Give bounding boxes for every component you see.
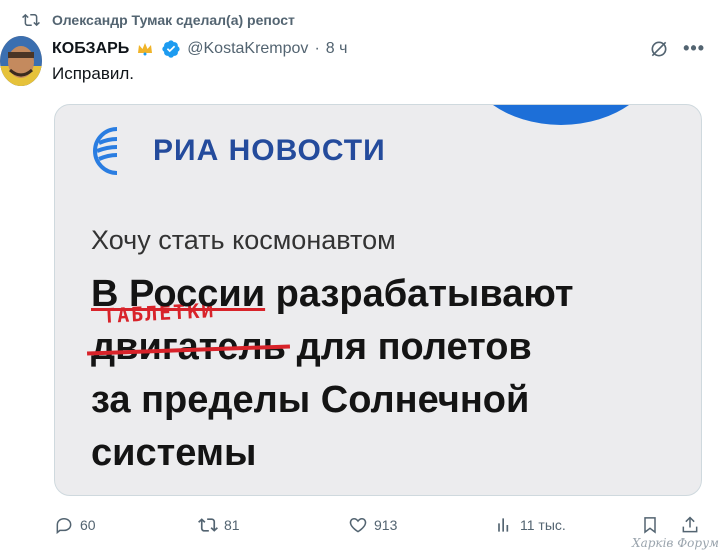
bookmark-icon: [644, 517, 656, 534]
article-kicker: Хочу стать космонавтом: [91, 225, 396, 255]
like-count: 913: [374, 517, 398, 533]
author-handle[interactable]: @KostaKrempov: [187, 40, 308, 58]
ria-globe-icon: [93, 127, 145, 179]
heart-icon: [349, 517, 367, 533]
views-button[interactable]: 11 тыс.: [494, 515, 566, 535]
like-button[interactable]: 913: [348, 515, 397, 535]
headline-part-underlined: В России: [91, 273, 266, 315]
headline-part: системы: [91, 432, 257, 474]
headline-part: для полетов: [286, 326, 532, 368]
views-chart-icon: [498, 518, 509, 532]
repost-action-icon: [198, 518, 218, 532]
crown-icon: [135, 39, 155, 59]
repost-header[interactable]: Олександр Тумак сделал(а) репост: [22, 10, 295, 30]
more-options-icon[interactable]: •••: [683, 38, 705, 59]
ria-logo: РИА НОВОСТИ: [89, 123, 386, 179]
views-count: 11 тыс.: [520, 517, 566, 533]
headline-part: разрабатывают: [265, 273, 574, 315]
watermark-text: Харків Форум: [632, 536, 719, 550]
repost-count: 81: [224, 517, 240, 533]
timestamp[interactable]: 8 ч: [326, 40, 348, 58]
tweet-text: Исправил.: [52, 64, 135, 83]
avatar[interactable]: [0, 36, 42, 86]
reply-button[interactable]: 60: [54, 515, 96, 535]
reply-count: 60: [80, 517, 96, 533]
author-name[interactable]: КОБЗАРЬ: [52, 40, 129, 58]
verified-badge-icon[interactable]: [161, 39, 181, 59]
reply-icon: [56, 517, 72, 535]
headline-part: за пределы Солнечной: [91, 379, 530, 421]
decorative-blob: [461, 105, 661, 125]
struck-word: двигатель: [91, 321, 286, 374]
share-button[interactable]: [680, 515, 700, 535]
bookmark-button[interactable]: [640, 515, 660, 535]
repost-icon: [22, 13, 40, 27]
share-icon: [682, 516, 698, 533]
repost-button[interactable]: 81: [198, 515, 240, 535]
grok-icon[interactable]: [649, 39, 669, 59]
ria-logo-text: РИА НОВОСТИ: [153, 134, 386, 167]
repost-text: Олександр Тумак сделал(а) репост: [52, 12, 295, 28]
separator-dot: ·: [314, 40, 320, 57]
tweet-top-actions: •••: [649, 38, 705, 59]
tweet-header: КОБЗАРЬ @KostaKrempov · 8 ч: [52, 38, 347, 60]
tweet-media-image[interactable]: РИА НОВОСТИ Хочу стать космонавтом ТАБЛЕ…: [54, 104, 702, 496]
article-headline: В России разрабатывают двигатель для пол…: [91, 268, 691, 480]
tweet-actions: 60 81 913 11 тыс.: [54, 510, 714, 540]
